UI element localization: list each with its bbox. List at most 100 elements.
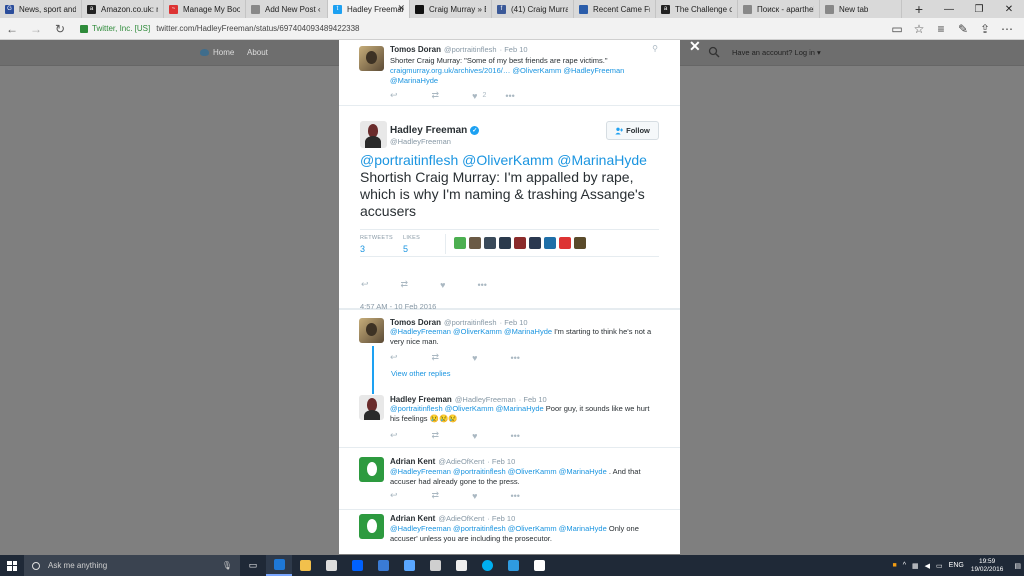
reply-icon[interactable]: ↩ [390, 430, 398, 441]
like-icon[interactable]: ♥ [472, 353, 477, 363]
search-icon[interactable] [708, 46, 720, 58]
start-button[interactable] [0, 555, 24, 576]
skype-icon[interactable] [474, 555, 500, 576]
tweet-author[interactable]: Adrian Kent @AdieOfKent · Feb 10 [390, 457, 515, 466]
new-tab-button[interactable]: + [904, 0, 934, 18]
notes-icon[interactable]: ✎ [952, 22, 974, 36]
parent-tweet[interactable]: Tomos Doran @portraitinflesh · Feb 10 ⚲ Sh… [339, 40, 680, 106]
tweet-author[interactable]: Hadley Freeman @HadleyFreeman · Feb 10 [390, 395, 547, 404]
close-tab-icon[interactable]: ✕ [397, 3, 405, 14]
tweet-author[interactable]: Tomos Doran @portraitinflesh · Feb 10 [390, 45, 528, 54]
liker-avatar[interactable] [469, 237, 481, 249]
volume-icon[interactable]: ◀ [925, 562, 930, 570]
task-view-icon[interactable]: ▭ [240, 555, 266, 576]
retweet-icon[interactable]: ⇄ [401, 279, 409, 290]
tweet-author[interactable]: Hadley Freeman ✓ [390, 125, 480, 136]
browser-tab[interactable]: f (41) Craig Murray [492, 0, 574, 18]
retweet-icon[interactable]: ⇄ [432, 490, 440, 501]
tray-app-icon[interactable]: ■ [892, 562, 896, 569]
notes-app-icon[interactable] [448, 555, 474, 576]
more-icon[interactable]: ••• [477, 280, 486, 290]
avatar[interactable] [359, 46, 384, 71]
app-icon[interactable] [500, 555, 526, 576]
reply-icon[interactable]: ↩ [390, 90, 398, 101]
liker-avatar[interactable] [454, 237, 466, 249]
liker-avatar[interactable] [559, 237, 571, 249]
show-hidden-icons[interactable]: ^ [903, 562, 906, 569]
more-icon[interactable]: ••• [510, 353, 519, 363]
hub-icon[interactable]: ≡ [930, 22, 952, 36]
reply-tweet[interactable]: Adrian Kent @AdieOfKent · Feb 10 @HadleyFr… [339, 510, 680, 554]
browser-tab[interactable]: Поиск - apartheid - [738, 0, 820, 18]
reply-tweet[interactable]: Adrian Kent @AdieOfKent · Feb 10 @HadleyFr… [339, 448, 680, 510]
avatar[interactable] [360, 121, 387, 148]
reply-icon[interactable]: ↩ [390, 352, 398, 363]
liker-avatar[interactable] [544, 237, 556, 249]
likes-stat[interactable]: LIKES 5 [403, 235, 420, 254]
home-link[interactable]: Home [200, 48, 234, 57]
url-text[interactable]: twitter.com/HadleyFreeman/status/6974040… [156, 24, 359, 33]
photos-icon[interactable] [370, 555, 396, 576]
more-icon[interactable]: ••• [510, 491, 519, 501]
microphone-icon[interactable]: 🎙 [222, 561, 232, 570]
avatar[interactable] [359, 457, 384, 482]
avatar[interactable] [359, 395, 384, 420]
restore-icon[interactable]: ❐ [964, 0, 994, 18]
browser-tab[interactable]: Recent Came From [574, 0, 656, 18]
language-icon[interactable]: ENG [949, 562, 964, 569]
store-icon[interactable] [318, 555, 344, 576]
network-icon[interactable]: ▦ [912, 562, 919, 570]
avatar[interactable] [359, 514, 384, 539]
close-modal-icon[interactable]: ✕ [689, 38, 701, 55]
reply-icon[interactable]: ↩ [361, 279, 369, 290]
reading-view-icon[interactable]: ▭ [886, 22, 908, 36]
tweet-handle[interactable]: @HadleyFreeman [390, 137, 451, 146]
browser-tab[interactable]: G News, sport and op [0, 0, 82, 18]
tweet-mentions[interactable]: @HadleyFreeman @portraitinflesh @OliverK… [390, 467, 607, 476]
file-explorer-icon[interactable] [292, 555, 318, 576]
retweets-stat[interactable]: RETWEETS 3 [360, 235, 393, 254]
tweet-author[interactable]: Tomos Doran @portraitinflesh · Feb 10 [390, 318, 528, 327]
browser-tab[interactable]: New tab [820, 0, 902, 18]
tweet-mentions[interactable]: @HadleyFreeman @portraitinflesh @OliverK… [390, 524, 607, 533]
forward-icon[interactable]: → [24, 22, 48, 36]
tweet-mentions[interactable]: @portraitinflesh @OliverKamm @MarinaHyde [390, 404, 544, 413]
retweet-icon[interactable]: ⇄ [432, 430, 440, 441]
more-icon[interactable]: ⋯ [996, 22, 1018, 36]
retweet-icon[interactable]: ⇄ [432, 90, 440, 101]
cortana-search-box[interactable]: Ask me anything 🎙 [24, 555, 240, 576]
system-clock[interactable]: 19:59 19/02/2016 [971, 558, 1004, 574]
edge-browser-icon[interactable] [266, 555, 292, 576]
tweet-mentions[interactable]: @HadleyFreeman @OliverKamm @MarinaHyde [390, 327, 552, 336]
refresh-icon[interactable]: ↻ [48, 22, 72, 36]
like-icon[interactable]: ♥ [472, 91, 477, 101]
login-link[interactable]: Have an account? Log in ▾ [732, 48, 821, 57]
tweet-link[interactable]: craigmurray.org.uk/archives/2016/… [390, 66, 510, 75]
like-icon[interactable]: ♥ [472, 491, 477, 501]
like-icon[interactable]: ♥ [440, 280, 445, 290]
browser-tab[interactable]: t Hadley Freemar ✕ [328, 0, 410, 18]
browser-tab[interactable]: Add New Post ‹ Crai [246, 0, 328, 18]
documents-icon[interactable] [422, 555, 448, 576]
liker-avatar[interactable] [574, 237, 586, 249]
dropbox-icon[interactable] [344, 555, 370, 576]
like-icon[interactable]: ♥ [472, 431, 477, 441]
browser-tab[interactable]: a Amazon.co.uk: mun [82, 0, 164, 18]
mail-icon[interactable] [526, 555, 552, 576]
browser-tab[interactable]: Craig Murray » Blog [410, 0, 492, 18]
reply-icon[interactable]: ↩ [390, 490, 398, 501]
address-bar[interactable]: Twitter, Inc. [US] twitter.com/HadleyFre… [80, 19, 886, 39]
close-window-icon[interactable]: ✕ [994, 0, 1024, 18]
browser-tab[interactable]: ~ Manage My Bookin [164, 0, 246, 18]
avatar[interactable] [359, 318, 384, 343]
retweet-icon[interactable]: ⇄ [432, 352, 440, 363]
liker-avatar[interactable] [529, 237, 541, 249]
minimize-icon[interactable]: — [934, 0, 964, 18]
liker-avatar[interactable] [499, 237, 511, 249]
onedrive-icon[interactable] [396, 555, 422, 576]
browser-tab[interactable]: a The Challenge of Aj [656, 0, 738, 18]
favorites-star-icon[interactable]: ☆ [908, 22, 930, 36]
battery-icon[interactable]: ▭ [936, 562, 943, 570]
more-icon[interactable]: ••• [510, 431, 519, 441]
tweet-author[interactable]: Adrian Kent @AdieOfKent · Feb 10 [390, 514, 515, 523]
